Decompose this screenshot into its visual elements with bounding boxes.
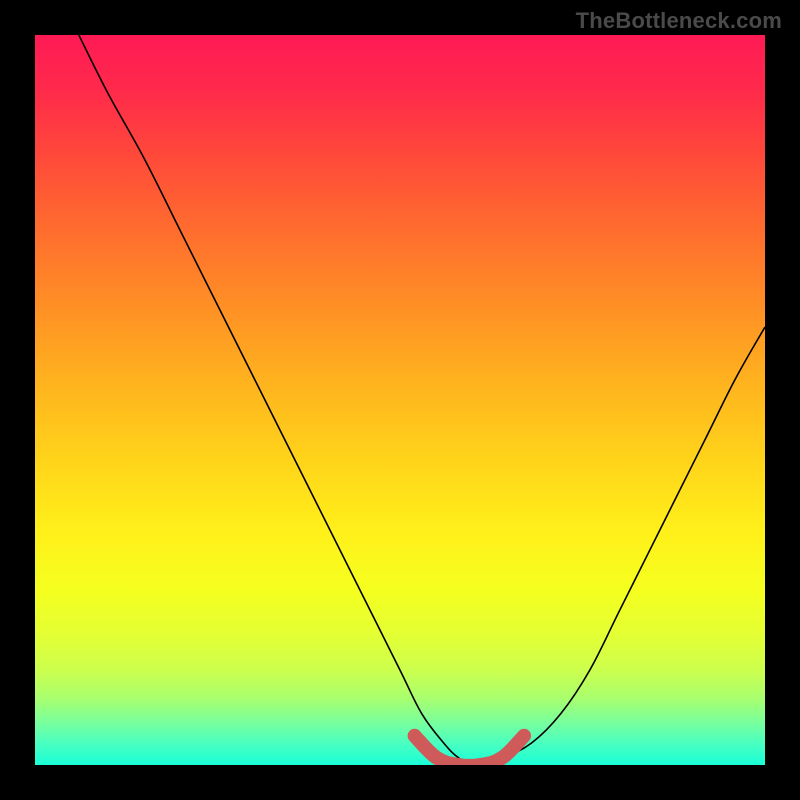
curve-svg bbox=[35, 35, 765, 765]
optimal-zone-marker bbox=[415, 736, 524, 765]
plot-area bbox=[35, 35, 765, 765]
bottleneck-curve bbox=[79, 35, 765, 765]
watermark-text: TheBottleneck.com bbox=[576, 8, 782, 34]
chart-frame: TheBottleneck.com bbox=[0, 0, 800, 800]
